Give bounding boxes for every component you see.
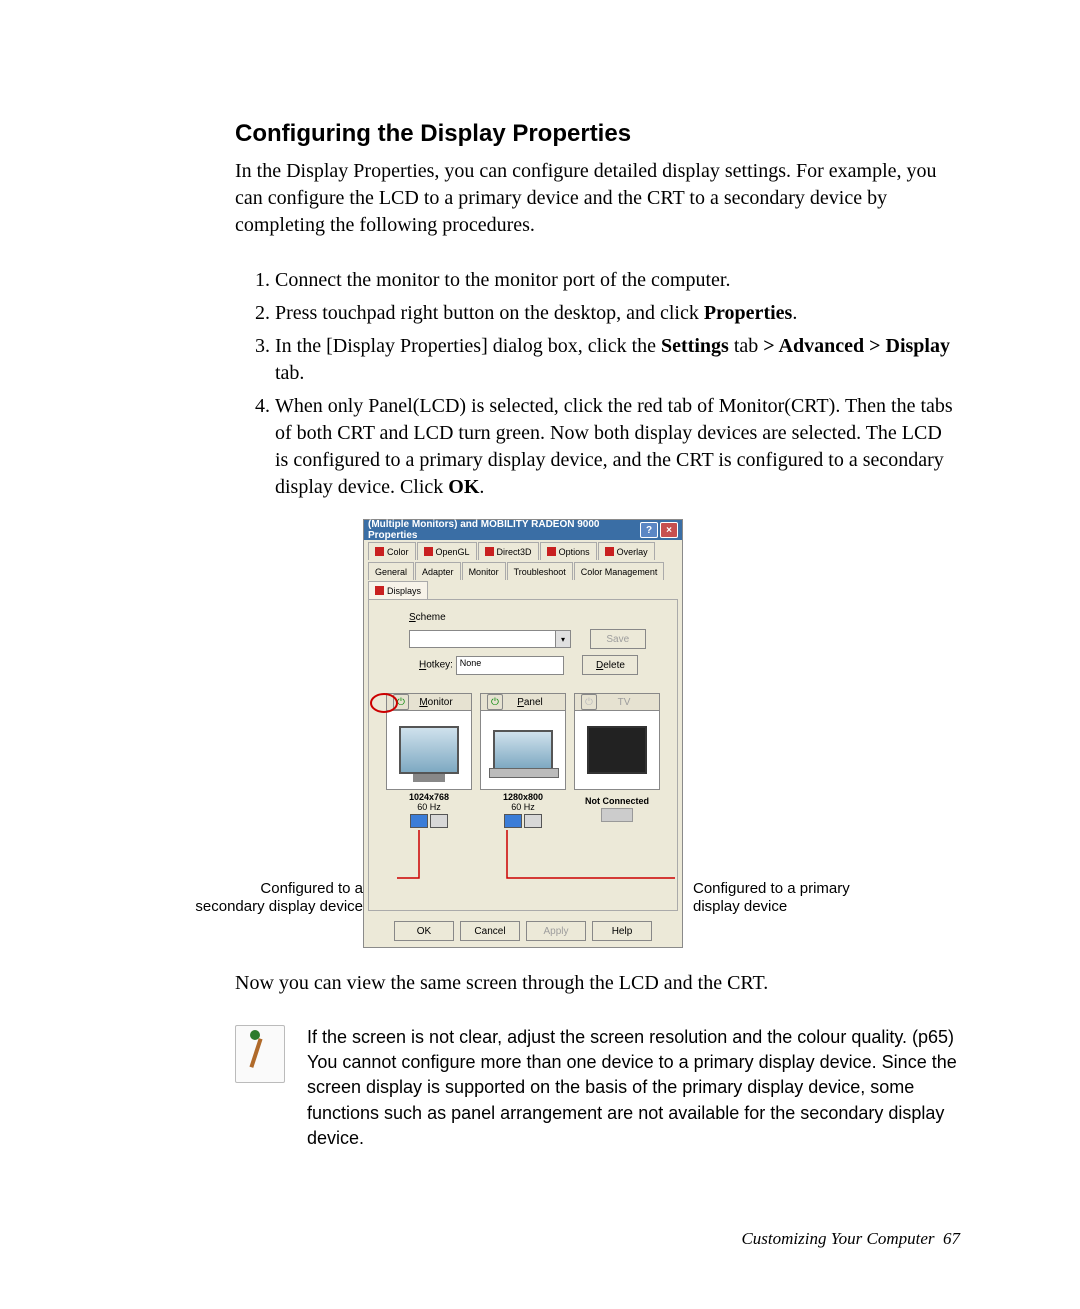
tab-adapter[interactable]: Adapter	[415, 562, 461, 580]
hotkey-value[interactable]: None	[456, 656, 564, 675]
titlebar-close-button[interactable]: ×	[660, 522, 678, 538]
window-title: (Multiple Monitors) and MOBILITY RADEON …	[368, 519, 640, 541]
delete-button[interactable]: Delete	[582, 655, 638, 675]
panel-thumbnail[interactable]	[480, 710, 566, 790]
scheme-label: Scheme	[409, 612, 446, 623]
tab-row-2: General Adapter Monitor Troubleshoot Col…	[364, 560, 682, 599]
window-button-row: OK Cancel Apply Help	[364, 915, 682, 947]
monitor-refresh: 60 Hz	[386, 802, 472, 812]
tab-displays[interactable]: Displays	[368, 581, 428, 599]
titlebar: (Multiple Monitors) and MOBILITY RADEON …	[364, 520, 682, 540]
help-button[interactable]: Help	[592, 921, 652, 941]
tab-troubleshoot[interactable]: Troubleshoot	[507, 562, 573, 580]
tab-general[interactable]: General	[368, 562, 414, 580]
device-tv: ⏻ TV Not Connected	[574, 693, 660, 828]
tab-overlay[interactable]: Overlay	[598, 542, 655, 560]
ati-icon	[485, 547, 494, 556]
annotation-line-icon	[397, 830, 487, 888]
power-icon[interactable]: ⏻	[581, 694, 597, 710]
titlebar-help-button[interactable]: ?	[640, 522, 658, 538]
steps-list: Connect the monitor to the monitor port …	[235, 267, 960, 501]
properties-window: (Multiple Monitors) and MOBILITY RADEON …	[363, 519, 683, 948]
panel-toggle[interactable]	[480, 814, 566, 828]
save-button[interactable]: Save	[590, 629, 646, 649]
power-icon[interactable]: ⏻	[487, 694, 503, 710]
panel-refresh: 60 Hz	[480, 802, 566, 812]
tab-monitor[interactable]: Monitor	[462, 562, 506, 580]
tab-row-1: Color OpenGL Direct3D Options Overlay	[364, 540, 682, 560]
caption-primary: Configured to a primary display device	[693, 880, 863, 916]
screenshot-figure: Configured to a secondary display device…	[193, 519, 960, 948]
monitor-toggle[interactable]	[386, 814, 472, 828]
chevron-down-icon[interactable]: ▾	[556, 630, 571, 648]
step-1: Connect the monitor to the monitor port …	[275, 267, 960, 294]
annotation-line-icon	[497, 830, 677, 888]
ati-icon	[375, 586, 384, 595]
annotation-circle-icon	[369, 692, 399, 714]
intro-paragraph: In the Display Properties, you can confi…	[235, 158, 960, 239]
tab-opengl[interactable]: OpenGL	[417, 542, 477, 560]
tab-color[interactable]: Color	[368, 542, 416, 560]
monitor-resolution: 1024x768	[386, 792, 472, 802]
tv-disconnected-icon	[601, 808, 633, 822]
note-icon	[235, 1025, 285, 1083]
monitor-thumbnail[interactable]	[386, 710, 472, 790]
ati-icon	[424, 547, 433, 556]
step-3: In the [Display Properties] dialog box, …	[275, 333, 960, 387]
tab-options[interactable]: Options	[540, 542, 597, 560]
device-panel: ⏻ Panel 1280x800 60 Hz	[480, 693, 566, 828]
section-heading: Configuring the Display Properties	[235, 120, 960, 148]
note-text: If the screen is not clear, adjust the s…	[307, 1025, 960, 1151]
hotkey-label: Hotkey:	[419, 660, 456, 671]
tab-color-mgmt[interactable]: Color Management	[574, 562, 665, 580]
apply-button[interactable]: Apply	[526, 921, 586, 941]
scheme-select[interactable]	[409, 630, 556, 648]
followup-text: Now you can view the same screen through…	[235, 970, 960, 997]
tab-body: Scheme ▾ Save Hotkey: None Delete ⏻	[368, 599, 678, 911]
tab-direct3d[interactable]: Direct3D	[478, 542, 539, 560]
ati-icon	[375, 547, 384, 556]
device-grid: ⏻ Monitor 1024x768 60 Hz ⏻ Panel	[379, 693, 667, 828]
ok-button[interactable]: OK	[394, 921, 454, 941]
panel-resolution: 1280x800	[480, 792, 566, 802]
step-4: When only Panel(LCD) is selected, click …	[275, 393, 960, 501]
step-2: Press touchpad right button on the deskt…	[275, 300, 960, 327]
caption-secondary: Configured to a secondary display device	[193, 880, 363, 916]
tv-thumbnail	[574, 710, 660, 790]
page-footer: Customizing Your Computer 67	[741, 1229, 960, 1249]
note-block: If the screen is not clear, adjust the s…	[235, 1025, 960, 1151]
page: Configuring the Display Properties In th…	[0, 0, 1080, 1309]
ati-icon	[547, 547, 556, 556]
ati-icon	[605, 547, 614, 556]
tv-not-connected: Not Connected	[574, 796, 660, 806]
cancel-button[interactable]: Cancel	[460, 921, 520, 941]
